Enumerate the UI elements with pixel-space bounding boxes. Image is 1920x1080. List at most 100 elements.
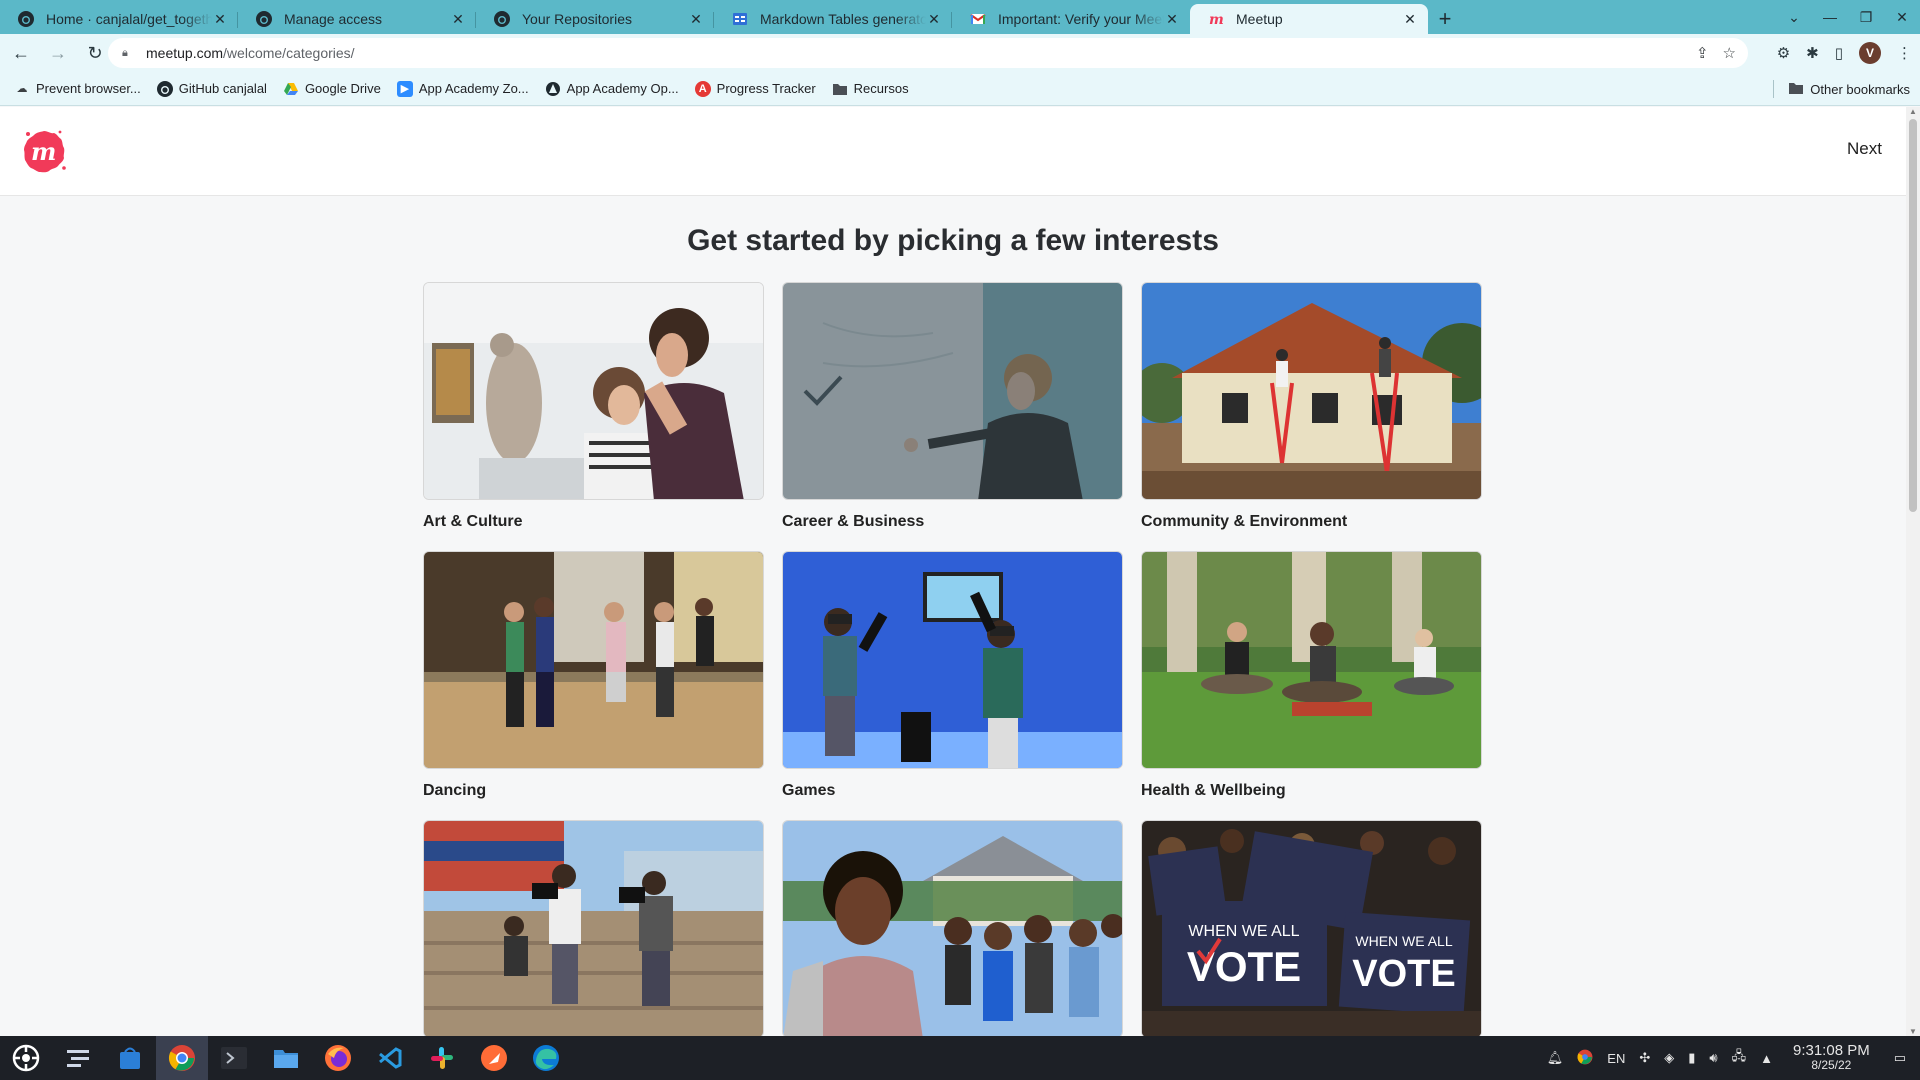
lock-icon[interactable]: 🔒︎ — [122, 47, 136, 60]
bookmark-github-canjalal[interactable]: GitHub canjalal — [156, 80, 267, 97]
bookmark-google-drive[interactable]: Google Drive — [283, 81, 381, 97]
address-bar[interactable]: 🔒︎ meetup.com/welcome/categories/ ⇪ ☆ — [108, 38, 1748, 68]
github-icon — [494, 11, 510, 27]
page-title: Get started by picking a few interests — [687, 224, 1219, 257]
category-photo-art-culture[interactable] — [423, 282, 764, 500]
firefox-icon[interactable] — [312, 1036, 364, 1080]
bookmark-label: App Academy Op... — [566, 81, 679, 96]
category-card-health-wellbeing[interactable]: Health & Wellbeing — [1141, 551, 1482, 800]
tab-github-home[interactable]: Home · canjalal/get_together ✕ — [0, 4, 238, 34]
cloud-icon: ☁ — [16, 83, 28, 95]
page-scrollbar[interactable]: ▲ ▼ — [1906, 107, 1920, 1036]
category-photo-career-business[interactable] — [782, 282, 1123, 500]
zoom-icon: ▶ — [396, 80, 413, 97]
back-icon[interactable]: ← — [5, 37, 37, 69]
category-card-community-environment[interactable]: Community & Environment — [1141, 282, 1482, 531]
start-menu-icon[interactable] — [0, 1036, 52, 1080]
tray-expand-icon[interactable]: ▲ — [1760, 1051, 1773, 1066]
tab-close-icon[interactable]: ✕ — [688, 11, 704, 28]
category-label: Art & Culture — [423, 513, 523, 530]
tab-close-icon[interactable]: ✕ — [212, 11, 228, 28]
store-icon[interactable] — [104, 1036, 156, 1080]
extension-icon[interactable]: ⚙ — [1777, 44, 1790, 62]
language-indicator[interactable]: EN — [1607, 1051, 1625, 1066]
slack-tray-icon[interactable]: ✣ — [1639, 1050, 1650, 1066]
bookmark-app-academy-zoom[interactable]: ▶ App Academy Zo... — [396, 80, 529, 97]
category-photo-community-environment[interactable] — [1141, 282, 1482, 500]
system-clock[interactable]: 9:31:08 PM 8/25/22 — [1793, 1043, 1870, 1073]
category-card-movements-politics[interactable]: WHEN WE ALL VOTE WHEN WE ALL VOTE — [1141, 820, 1482, 1036]
show-desktop-icon[interactable]: ▭ — [1894, 1050, 1906, 1066]
extensions-puzzle-icon[interactable]: ✱ — [1806, 44, 1819, 62]
tab-markdown-tables[interactable]: Markdown Tables generator ✕ — [714, 4, 952, 34]
category-card-art-culture[interactable]: Art & Culture — [423, 282, 764, 531]
meetup-logo[interactable]: m — [20, 128, 68, 176]
bookmark-label: GitHub canjalal — [178, 81, 267, 96]
category-photo-games[interactable] — [782, 551, 1123, 769]
tab-close-icon[interactable]: ✕ — [1164, 11, 1180, 28]
vscode-icon[interactable] — [364, 1036, 416, 1080]
bookmark-star-icon[interactable]: ☆ — [1723, 44, 1736, 62]
tab-close-icon[interactable]: ✕ — [450, 11, 466, 28]
category-photo-health-wellbeing[interactable] — [1141, 551, 1482, 769]
tab-your-repositories[interactable]: Your Repositories ✕ — [476, 4, 714, 34]
category-card-games[interactable]: Games — [782, 551, 1123, 800]
folder-icon — [832, 81, 848, 97]
edge-icon[interactable] — [520, 1036, 572, 1080]
forward-icon[interactable]: → — [42, 37, 74, 69]
category-label: Dancing — [423, 782, 487, 799]
share-icon[interactable]: ⇪ — [1696, 44, 1709, 62]
scroll-up-icon[interactable]: ▲ — [1906, 107, 1920, 116]
volume-icon[interactable]: 🔊︎ — [1709, 1050, 1717, 1066]
tab-close-icon[interactable]: ✕ — [1402, 11, 1418, 28]
new-tab-button[interactable]: + — [1428, 4, 1462, 34]
bookmark-label: Recursos — [853, 81, 909, 96]
notification-bell-icon[interactable]: 🔔︎ — [1547, 1050, 1564, 1066]
scroll-down-icon[interactable]: ▼ — [1906, 1027, 1920, 1036]
task-manager-icon[interactable] — [52, 1036, 104, 1080]
scrollbar-thumb[interactable] — [1909, 119, 1917, 512]
tab-close-icon[interactable]: ✕ — [926, 11, 942, 28]
category-photo-photography[interactable] — [423, 820, 764, 1036]
category-card-photography[interactable] — [423, 820, 764, 1036]
category-photo-dancing[interactable] — [423, 551, 764, 769]
next-button[interactable]: Next — [1847, 139, 1882, 159]
profile-avatar[interactable]: V — [1859, 42, 1881, 64]
bookmark-prevent-browser[interactable]: ☁ Prevent browser... — [14, 81, 141, 97]
bookmark-label: App Academy Zo... — [418, 81, 529, 96]
tab-search-icon[interactable]: ⌄ — [1776, 9, 1812, 26]
tab-manage-access[interactable]: Manage access ✕ — [238, 4, 476, 34]
minimize-icon[interactable]: — — [1812, 9, 1848, 25]
tab-gmail-verify[interactable]: Important: Verify your Meetup ✕ — [952, 4, 1190, 34]
other-bookmarks-label: Other bookmarks — [1810, 81, 1910, 97]
chrome-tray-icon[interactable] — [1577, 1049, 1593, 1068]
browser-tab-strip: Home · canjalal/get_together ✕ Manage ac… — [0, 0, 1920, 34]
bookmark-app-academy-open[interactable]: App Academy Op... — [545, 81, 679, 97]
tab-title: Markdown Tables generator — [760, 11, 926, 27]
category-card-community-group[interactable] — [782, 820, 1123, 1036]
browser-menu-icon[interactable]: ⋮ — [1897, 44, 1912, 62]
github-icon — [156, 80, 173, 97]
category-card-dancing[interactable]: Dancing — [423, 551, 764, 800]
network-icon[interactable]: 🖧 — [1732, 1047, 1747, 1069]
reload-icon[interactable]: ↻ — [79, 37, 111, 69]
terminal-icon[interactable] — [208, 1036, 260, 1080]
browser-toolbar: ← → ↻ 🔒︎ meetup.com/welcome/categories/ … — [0, 34, 1920, 72]
side-panel-icon[interactable]: ▯ — [1835, 44, 1843, 62]
bookmark-recursos[interactable]: Recursos — [832, 81, 909, 97]
category-card-career-business[interactable]: Career & Business — [782, 282, 1123, 531]
tab-title: Meetup — [1236, 11, 1283, 27]
other-bookmarks[interactable]: Other bookmarks — [1773, 72, 1910, 106]
tab-meetup[interactable]: m Meetup ✕ — [1190, 4, 1428, 34]
shield-icon[interactable]: ◈ — [1664, 1050, 1674, 1066]
category-photo-community-group[interactable] — [782, 820, 1123, 1036]
chrome-taskbar-icon[interactable] — [156, 1036, 208, 1080]
postman-icon[interactable] — [468, 1036, 520, 1080]
close-window-icon[interactable]: ✕ — [1884, 9, 1920, 26]
slack-icon[interactable] — [416, 1036, 468, 1080]
bookmark-progress-tracker[interactable]: A Progress Tracker — [694, 80, 816, 97]
restore-icon[interactable]: ❐ — [1848, 9, 1884, 26]
category-photo-movements-politics[interactable]: WHEN WE ALL VOTE WHEN WE ALL VOTE — [1141, 820, 1482, 1036]
file-explorer-icon[interactable] — [260, 1036, 312, 1080]
battery-icon[interactable]: ▮ — [1688, 1050, 1695, 1066]
